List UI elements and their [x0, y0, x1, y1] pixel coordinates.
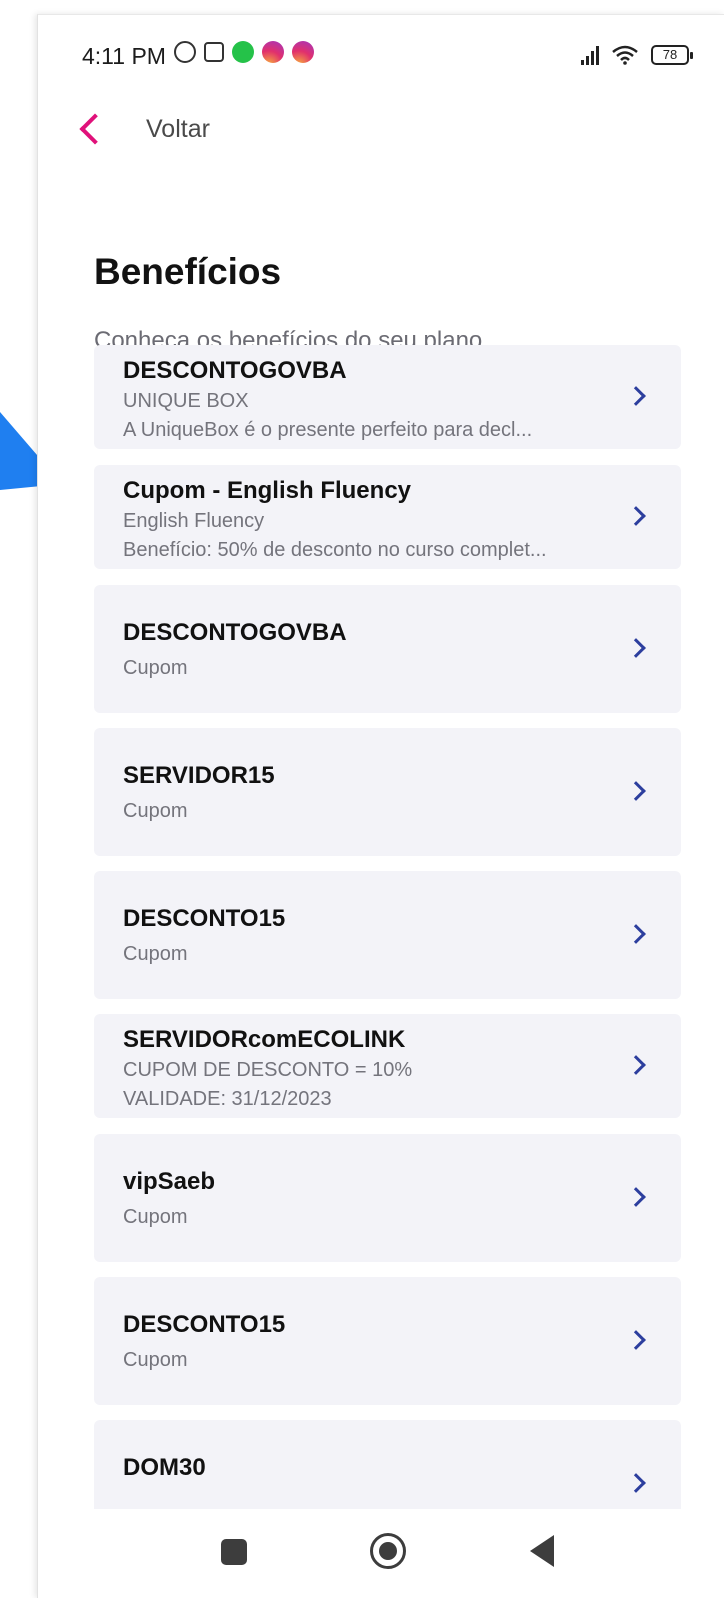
notification-icons — [174, 41, 314, 63]
system-back-button[interactable] — [530, 1535, 554, 1567]
screen: 4:11 PM 78 Voltar Benefícios Conheça os … — [0, 0, 724, 1598]
chevron-right-icon — [626, 1187, 646, 1207]
benefit-line: Cupom — [123, 1206, 188, 1228]
benefit-card[interactable]: SERVIDOR15 Cupom — [94, 728, 681, 856]
benefit-title: Cupom - English Fluency — [123, 477, 412, 504]
chevron-left-icon — [79, 113, 111, 145]
benefit-line: Cupom — [123, 800, 188, 822]
benefit-card[interactable]: Cupom - English Fluency English Fluency … — [94, 465, 681, 569]
status-time: 4:11 PM — [82, 43, 166, 69]
phone-screen: 4:11 PM 78 Voltar Benefícios Conheça os … — [37, 14, 724, 1598]
benefit-line: Cupom — [123, 943, 188, 965]
benefit-card[interactable]: SERVIDORcomECOLINK CUPOM DE DESCONTO = 1… — [94, 1014, 681, 1118]
benefit-title: vipSaeb — [123, 1168, 216, 1195]
chevron-right-icon — [626, 506, 646, 526]
benefit-line: Cupom — [123, 1349, 188, 1371]
chevron-right-icon — [626, 1473, 646, 1493]
benefit-line: VALIDADE: 31/12/2023 — [123, 1088, 332, 1110]
benefit-card[interactable]: DESCONTOGOVBA Cupom — [94, 585, 681, 713]
page-title: Benefícios — [94, 251, 282, 292]
chevron-right-icon — [626, 1055, 646, 1075]
chevron-right-icon — [626, 386, 646, 406]
status-bar: 4:11 PM 78 — [38, 15, 724, 95]
battery-icon: 78 — [651, 45, 693, 65]
benefit-title: DESCONTO15 — [123, 905, 286, 932]
back-button[interactable]: Voltar — [74, 107, 210, 151]
benefit-card[interactable]: DESCONTO15 Cupom — [94, 871, 681, 999]
benefit-card[interactable]: DESCONTO15 Cupom — [94, 1277, 681, 1405]
back-label: Voltar — [146, 114, 210, 143]
benefit-line: CUPOM DE DESCONTO = 10% — [123, 1059, 413, 1081]
benefit-title: DOM30 — [123, 1454, 206, 1481]
benefit-title: SERVIDORcomECOLINK — [123, 1026, 406, 1053]
chevron-right-icon — [626, 638, 646, 658]
signal-icon — [581, 45, 599, 65]
system-icons: 78 — [581, 45, 693, 65]
benefit-title: DESCONTO15 — [123, 1311, 286, 1338]
benefit-line: UNIQUE BOX — [123, 390, 249, 412]
wifi-icon — [612, 45, 638, 65]
benefit-title: DESCONTOGOVBA — [123, 619, 347, 646]
instagram-icon — [262, 41, 284, 63]
chevron-right-icon — [626, 1330, 646, 1350]
benefit-line: English Fluency — [123, 510, 265, 532]
benefit-title: SERVIDOR15 — [123, 762, 275, 789]
benefit-card[interactable]: vipSaeb Cupom — [94, 1134, 681, 1262]
recent-apps-button[interactable] — [221, 1539, 247, 1565]
alarm-icon — [174, 41, 196, 63]
chevron-right-icon — [626, 781, 646, 801]
benefit-line: A UniqueBox é o presente perfeito para d… — [123, 419, 533, 441]
benefit-title: DESCONTOGOVBA — [123, 357, 347, 384]
system-nav-bar — [38, 1509, 724, 1598]
nfc-icon — [204, 42, 224, 62]
benefit-line: Benefício: 50% de desconto no curso comp… — [123, 539, 547, 561]
home-button[interactable] — [370, 1533, 406, 1569]
chevron-right-icon — [626, 924, 646, 944]
benefit-line: Cupom — [123, 657, 188, 679]
benefit-card[interactable]: DESCONTOGOVBA UNIQUE BOX A UniqueBox é o… — [94, 345, 681, 449]
whatsapp-icon — [232, 41, 254, 63]
instagram-icon — [292, 41, 314, 63]
